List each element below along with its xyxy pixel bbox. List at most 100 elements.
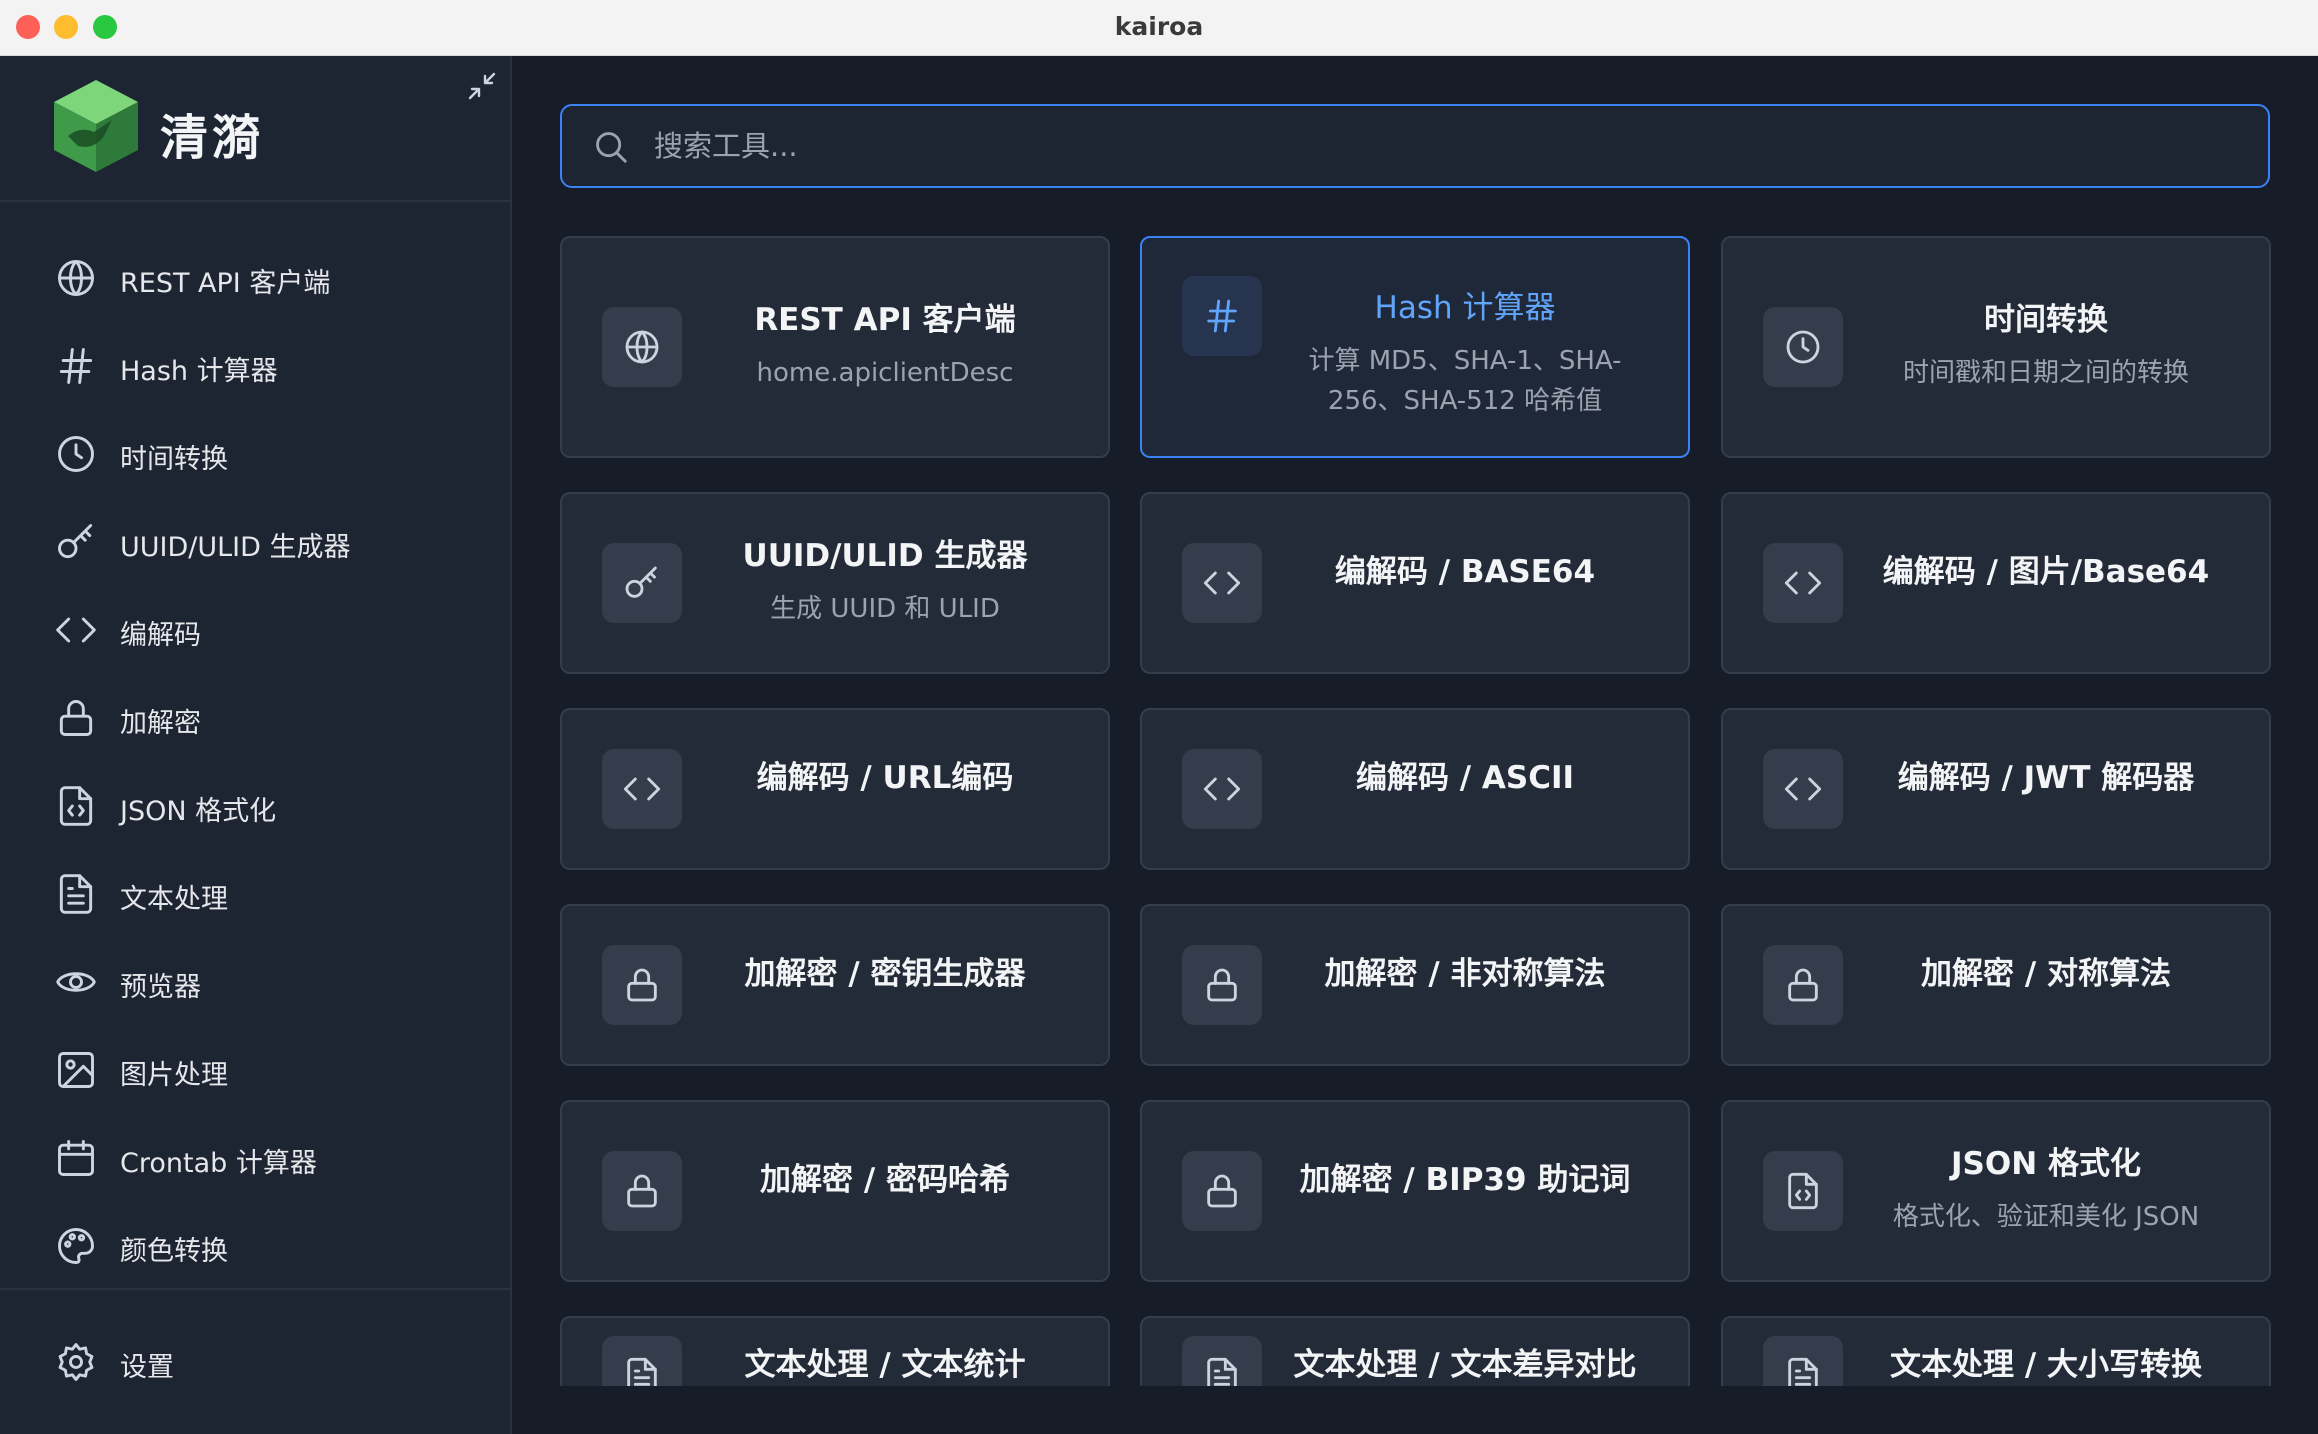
sidebar-item-clock[interactable]: 时间转换 bbox=[0, 410, 510, 498]
sidebar-item-label: 图片处理 bbox=[120, 1060, 228, 1091]
tool-card-description: 格式化、验证和美化 JSON bbox=[1892, 1202, 2200, 1232]
tool-card-title: REST API 客户端 bbox=[754, 302, 1016, 338]
hash-icon bbox=[1182, 276, 1262, 356]
sidebar-item-key[interactable]: UUID/ULID 生成器 bbox=[0, 498, 510, 586]
tool-card-title: 加解密 / BIP39 助记词 bbox=[1299, 1162, 1631, 1198]
sidebar-item-palette[interactable]: 颜色转换 bbox=[0, 1202, 510, 1290]
tool-card-title: UUID/ULID 生成器 bbox=[742, 538, 1028, 574]
key-icon bbox=[602, 543, 682, 623]
tool-card-description: 生成 UUID 和 ULID bbox=[770, 594, 1000, 624]
sidebar-item-label: 颜色转换 bbox=[120, 1236, 228, 1267]
sidebar: 清漪 REST API 客户端 Hash 计算器 时间转换 UUID/ULID 生成器… bbox=[0, 56, 512, 1434]
image-icon bbox=[54, 1048, 98, 1092]
sidebar-item-code[interactable]: 编解码 bbox=[0, 586, 510, 674]
tool-card-title: 编解码 / URL编码 bbox=[756, 760, 1014, 796]
globe-icon bbox=[602, 307, 682, 387]
lock-icon bbox=[1182, 1151, 1262, 1231]
tool-card[interactable]: 时间转换 时间戳和日期之间的转换 bbox=[1721, 236, 2271, 458]
sidebar-item-label: 设置 bbox=[120, 1352, 174, 1383]
tool-card[interactable]: 加解密 / 非对称算法 bbox=[1140, 904, 1690, 1066]
key-icon bbox=[54, 520, 98, 564]
palette-icon bbox=[54, 1224, 98, 1268]
tool-card[interactable]: REST API 客户端 home.apiclientDesc bbox=[560, 236, 1110, 458]
app-window: kairoa 清漪 REST API 客户端 Hash 计算器 时间转换 UUID/U… bbox=[0, 0, 2318, 1434]
calendar-icon bbox=[54, 1136, 98, 1180]
sidebar-item-image[interactable]: 图片处理 bbox=[0, 1026, 510, 1114]
tool-card[interactable]: 加解密 / 密码哈希 bbox=[560, 1100, 1110, 1282]
tool-card[interactable]: UUID/ULID 生成器生成 UUID 和 ULID bbox=[560, 492, 1110, 674]
lock-icon bbox=[54, 696, 98, 740]
tool-card-description: home.apiclientDesc bbox=[756, 358, 1014, 388]
tool-card-title: 加解密 / 对称算法 bbox=[1921, 956, 2171, 992]
sidebar-item-settings[interactable]: 设置 bbox=[0, 1318, 510, 1406]
tool-card-title: 编解码 / BASE64 bbox=[1334, 554, 1596, 590]
lock-icon bbox=[1763, 945, 1843, 1025]
code-icon bbox=[1182, 749, 1262, 829]
tool-card-title: Hash 计算器 bbox=[1374, 290, 1556, 326]
tool-card-text: 加解密 / 非对称算法 bbox=[1282, 948, 1648, 993]
tool-card[interactable]: 文本处理 / 文本统计 bbox=[560, 1316, 1110, 1386]
title-bar: kairoa bbox=[0, 0, 2318, 56]
tool-card-description: 计算 MD5、SHA-1、SHA-256、SHA-512 哈希值 bbox=[1308, 346, 1622, 416]
tool-card[interactable]: 加解密 / 对称算法 bbox=[1721, 904, 2271, 1066]
hash-icon bbox=[54, 344, 98, 388]
tool-card-text: 时间转换 时间戳和日期之间的转换 bbox=[1863, 294, 2229, 393]
tool-card[interactable]: 加解密 / 密钥生成器 bbox=[560, 904, 1110, 1066]
sidebar-item-label: REST API 客户端 bbox=[120, 268, 331, 299]
tool-card[interactable]: 文本处理 / 文本差异对比 bbox=[1140, 1316, 1690, 1386]
tool-card[interactable]: Hash 计算器计算 MD5、SHA-1、SHA-256、SHA-512 哈希值 bbox=[1140, 236, 1690, 458]
eye-icon bbox=[54, 960, 98, 1004]
tool-card[interactable]: 编解码 / URL编码 bbox=[560, 708, 1110, 870]
sidebar-item-calendar[interactable]: Crontab 计算器 bbox=[0, 1114, 510, 1202]
lock-icon bbox=[602, 1151, 682, 1231]
tool-card-text: 加解密 / 密码哈希 bbox=[702, 1154, 1068, 1199]
tool-card-text: 编解码 / 图片/Base64 bbox=[1863, 546, 2229, 591]
tool-card-title: 文本处理 / 大小写转换 bbox=[1890, 1347, 2202, 1383]
lock-icon bbox=[1182, 945, 1262, 1025]
tool-card-text: 编解码 / ASCII bbox=[1282, 752, 1648, 797]
tool-card[interactable]: 加解密 / BIP39 助记词 bbox=[1140, 1100, 1690, 1282]
tool-card[interactable]: 编解码 / ASCII bbox=[1140, 708, 1690, 870]
sidebar-item-label: Crontab 计算器 bbox=[120, 1148, 317, 1179]
logo-icon bbox=[54, 80, 138, 172]
tool-card-title: 加解密 / 密钥生成器 bbox=[744, 956, 1026, 992]
globe-icon bbox=[54, 256, 98, 300]
tool-card[interactable]: 编解码 / 图片/Base64 bbox=[1721, 492, 2271, 674]
brand-header: 清漪 bbox=[0, 56, 510, 202]
sidebar-item-file-text[interactable]: 文本处理 bbox=[0, 850, 510, 938]
code-icon bbox=[54, 608, 98, 652]
tool-card-text: JSON 格式化格式化、验证和美化 JSON bbox=[1863, 1138, 2229, 1237]
tool-card[interactable]: 编解码 / BASE64 bbox=[1140, 492, 1690, 674]
code-icon bbox=[1763, 749, 1843, 829]
tool-card-text: 编解码 / URL编码 bbox=[702, 752, 1068, 797]
sidebar-item-label: 加解密 bbox=[120, 708, 201, 739]
tool-card[interactable]: 文本处理 / 大小写转换 bbox=[1721, 1316, 2271, 1386]
tool-card-title: JSON 格式化 bbox=[1951, 1146, 2141, 1182]
sidebar-item-file-code[interactable]: JSON 格式化 bbox=[0, 762, 510, 850]
gear-icon bbox=[54, 1340, 98, 1384]
file-code-icon bbox=[1763, 1151, 1843, 1231]
search-bar[interactable] bbox=[560, 104, 2270, 188]
file-text-icon bbox=[54, 872, 98, 916]
sidebar-item-label: 时间转换 bbox=[120, 444, 228, 475]
sidebar-item-globe[interactable]: REST API 客户端 bbox=[0, 234, 510, 322]
sidebar-item-hash[interactable]: Hash 计算器 bbox=[0, 322, 510, 410]
tool-card[interactable]: JSON 格式化格式化、验证和美化 JSON bbox=[1721, 1100, 2271, 1282]
sidebar-item-label: 预览器 bbox=[120, 972, 201, 1003]
tool-card-text: Hash 计算器计算 MD5、SHA-1、SHA-256、SHA-512 哈希值 bbox=[1282, 282, 1648, 421]
collapse-sidebar-icon[interactable] bbox=[466, 70, 498, 102]
window-title: kairoa bbox=[1114, 12, 1204, 41]
sidebar-item-label: 文本处理 bbox=[120, 884, 228, 915]
file-code-icon bbox=[54, 784, 98, 828]
sidebar-item-label: Hash 计算器 bbox=[120, 356, 278, 387]
sidebar-item-eye[interactable]: 预览器 bbox=[0, 938, 510, 1026]
tool-card-text: 加解密 / 密钥生成器 bbox=[702, 948, 1068, 993]
sidebar-item-lock[interactable]: 加解密 bbox=[0, 674, 510, 762]
search-input[interactable] bbox=[654, 120, 2234, 172]
tool-card-title: 加解密 / 密码哈希 bbox=[760, 1162, 1010, 1198]
code-icon bbox=[602, 749, 682, 829]
tool-card-text: 文本处理 / 文本统计 bbox=[702, 1339, 1068, 1384]
tool-card-description: 时间戳和日期之间的转换 bbox=[1902, 358, 2189, 388]
tool-card[interactable]: 编解码 / JWT 解码器 bbox=[1721, 708, 2271, 870]
tool-card-text: 文本处理 / 大小写转换 bbox=[1863, 1339, 2229, 1384]
